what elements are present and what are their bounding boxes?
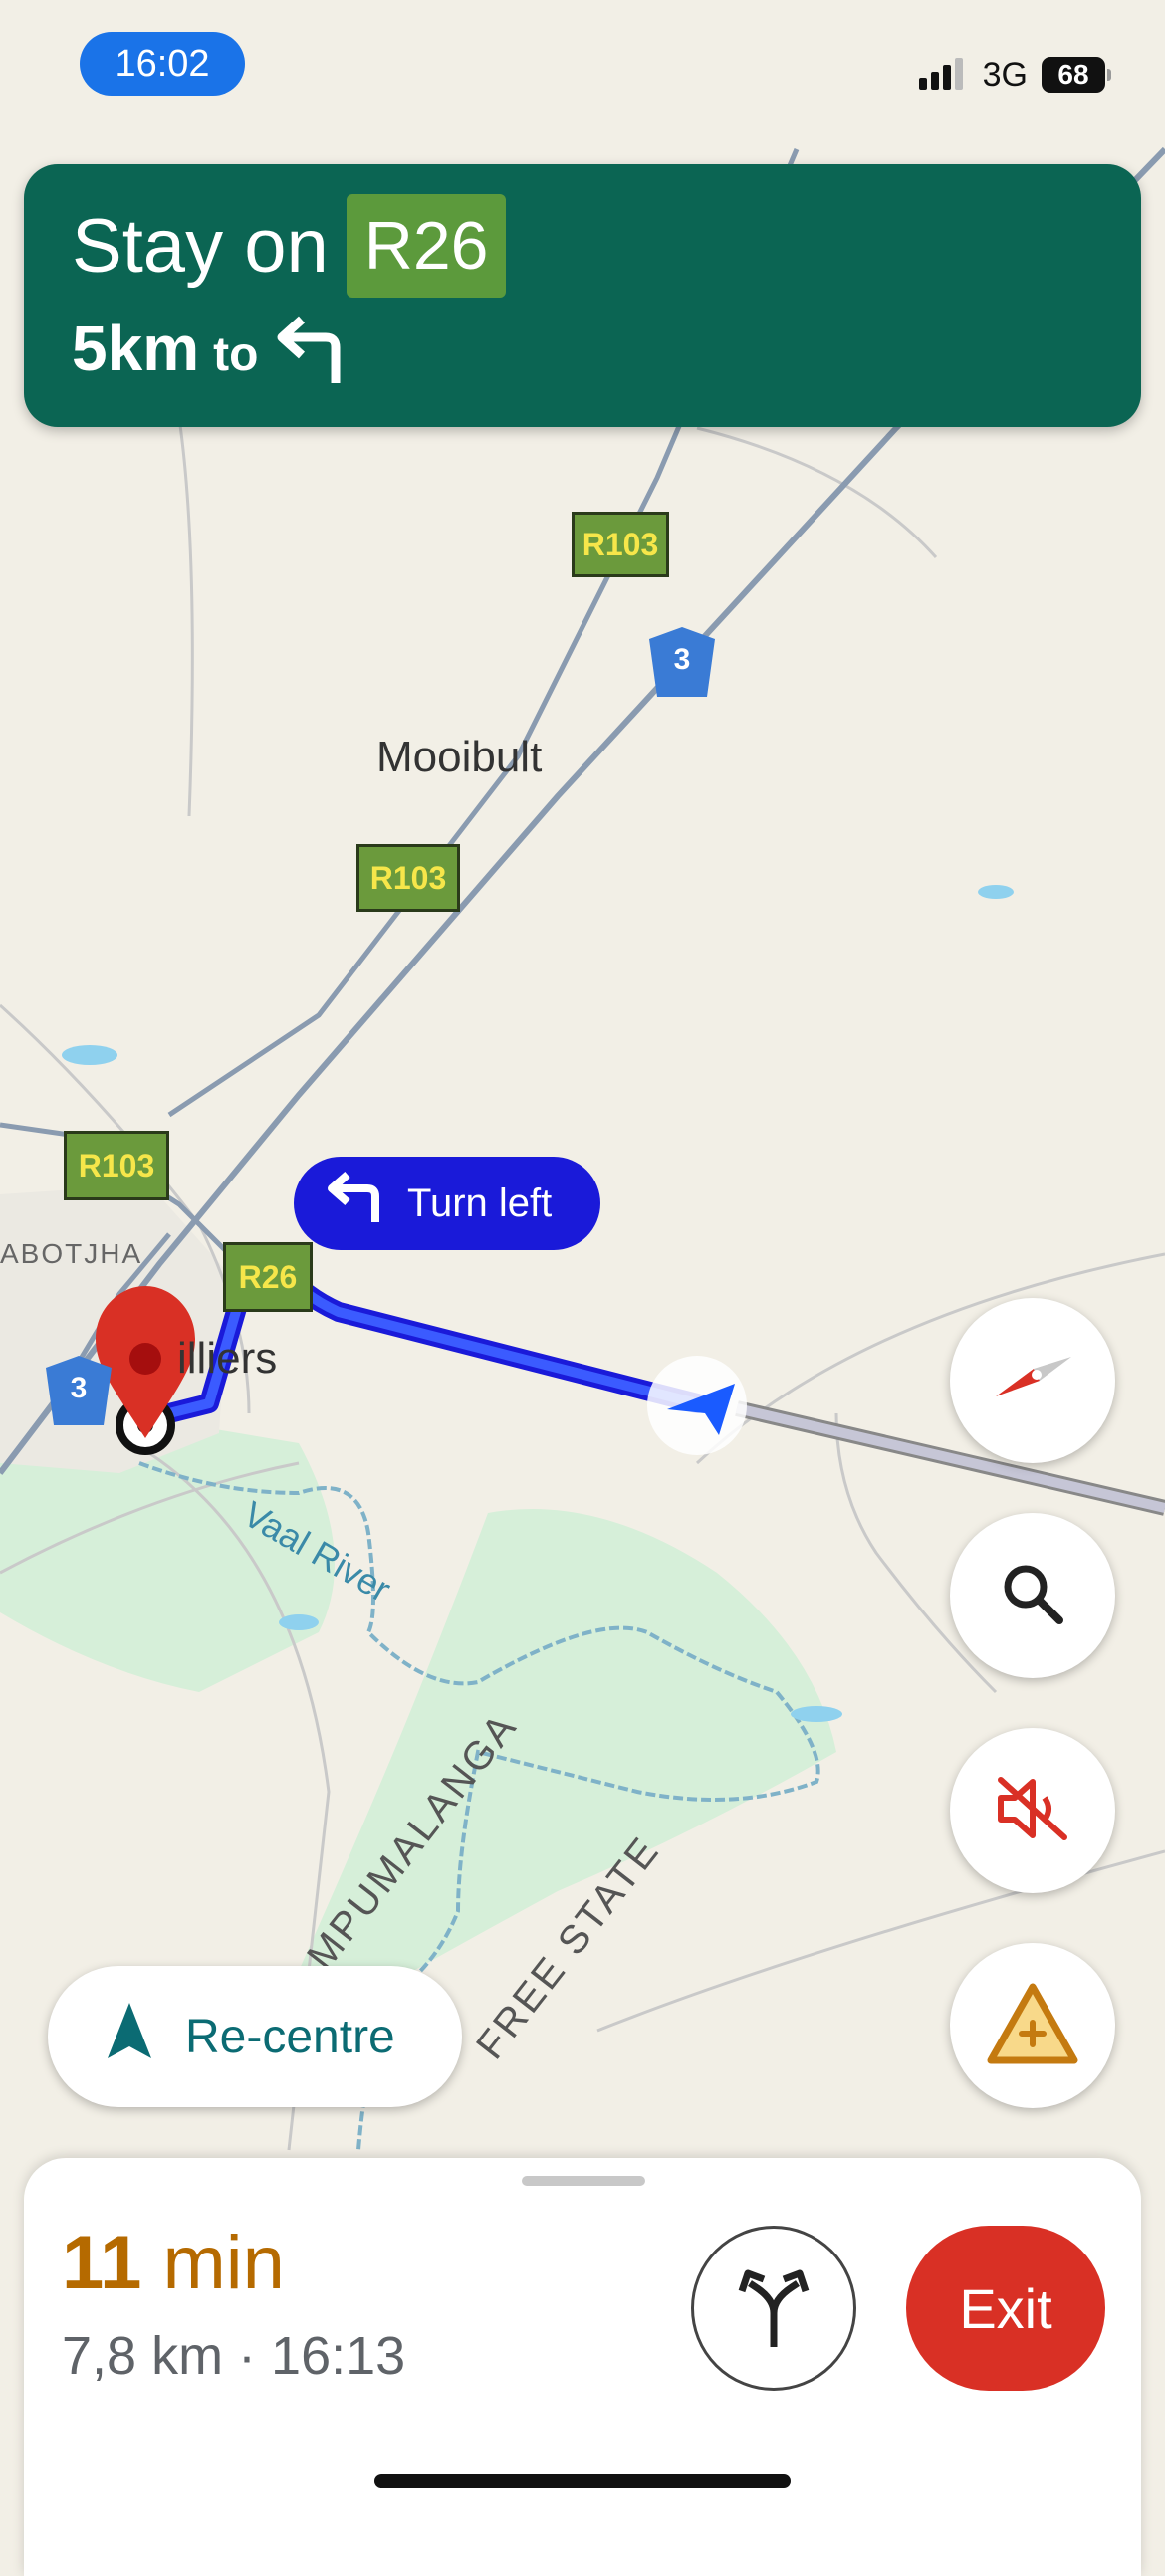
route-shield-r103: R103: [64, 1131, 169, 1200]
search-button[interactable]: [950, 1513, 1115, 1678]
place-label-villiers: illiers: [177, 1334, 278, 1383]
banner-to: to: [213, 328, 259, 381]
banner-route-badge: R26: [346, 194, 507, 298]
recentre-label: Re-centre: [185, 2010, 395, 2063]
status-time: 16:02: [80, 32, 245, 96]
mute-button[interactable]: [950, 1728, 1115, 1893]
sheet-drag-handle[interactable]: [522, 2176, 645, 2186]
signal-icon: [918, 56, 969, 95]
exit-button[interactable]: Exit: [906, 2226, 1105, 2391]
route-shield-r103: R103: [572, 512, 669, 577]
battery-icon: 68: [1042, 57, 1111, 93]
home-indicator[interactable]: [374, 2474, 791, 2488]
trip-summary-sheet[interactable]: 11 min 7,8 km · 16:13 Exit: [24, 2158, 1141, 2576]
place-label-mooibult: Mooibult: [376, 733, 543, 781]
navigation-arrow-icon: [104, 2001, 155, 2072]
national-route-shield: 3: [647, 625, 717, 699]
compass-icon: [988, 1349, 1077, 1413]
route-shield-r103: R103: [356, 844, 460, 912]
eta-minutes: 11: [62, 2221, 142, 2305]
turn-left-icon: [324, 1171, 385, 1236]
network-type: 3G: [982, 55, 1028, 94]
fork-arrows-icon: [732, 2261, 816, 2356]
place-label-township: ABOTJHA: [0, 1238, 143, 1269]
turn-callout-label: Turn left: [407, 1181, 553, 1225]
muted-speaker-icon: [993, 1774, 1072, 1848]
navigation-banner[interactable]: Stay on R26 5km to: [24, 164, 1141, 427]
report-warning-icon: [985, 1981, 1080, 2071]
recentre-button[interactable]: Re-centre: [48, 1966, 462, 2107]
banner-distance: 5km: [72, 313, 200, 384]
report-incident-button[interactable]: [950, 1943, 1115, 2108]
banner-distance-row: 5km to: [72, 312, 348, 387]
compass-button[interactable]: [950, 1298, 1115, 1463]
alternate-routes-button[interactable]: [691, 2226, 856, 2391]
national-route-shield: 3: [44, 1354, 114, 1427]
route-shield-r26: R26: [223, 1242, 313, 1312]
eta-duration: 11 min: [62, 2220, 285, 2306]
eta-unit: min: [162, 2221, 285, 2305]
turn-callout: Turn left: [294, 1157, 600, 1250]
status-indicators: 3G 68: [918, 50, 1111, 100]
turn-left-icon: [272, 312, 348, 387]
search-icon: [998, 1559, 1067, 1633]
banner-instruction: Stay on: [72, 203, 329, 289]
trip-details: 7,8 km · 16:13: [62, 2326, 406, 2386]
banner-instruction-row: Stay on R26: [72, 194, 507, 298]
